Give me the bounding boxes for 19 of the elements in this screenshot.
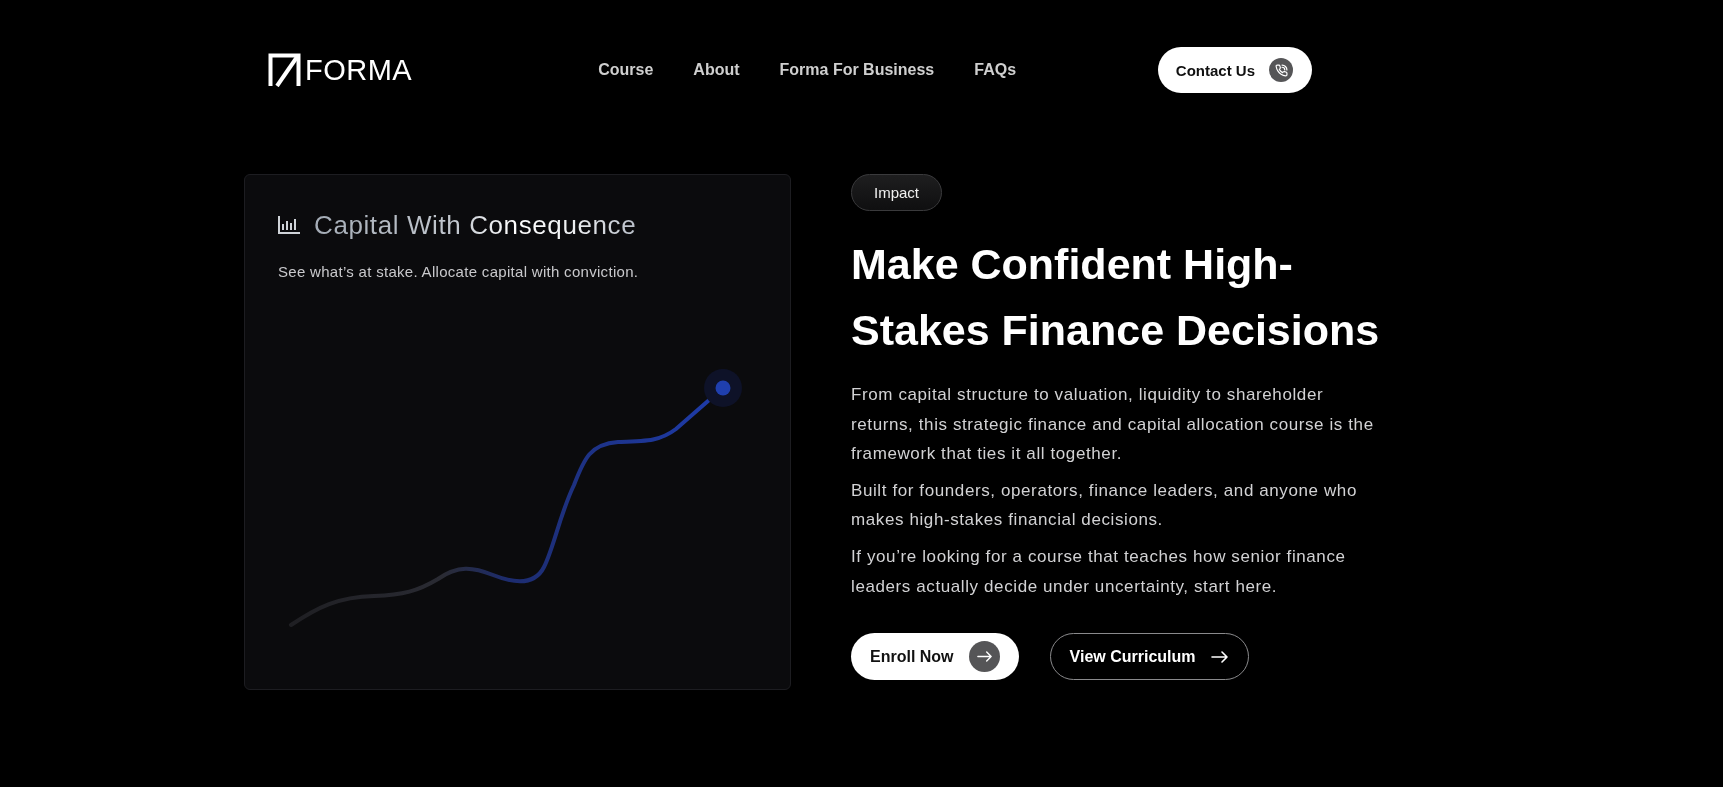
nav-link[interactable]: Forma For Business (779, 61, 935, 79)
logo-mark-icon (268, 53, 301, 87)
enroll-button[interactable]: Enroll Now (851, 633, 1019, 681)
card-subtitle: See what’s at stake. Allocate capital with conviction. (278, 262, 640, 282)
nav-link[interactable]: About (693, 61, 740, 79)
arrow-right-icon (1210, 650, 1228, 663)
hero-paragraph: From capital structure to valuation, liquidity to shareholder returns, this strategic finance and capital allocation course is the framework that ties it all together. (851, 384, 1375, 466)
hero-heading: Make Confident High-Stakes Finance Decisions (851, 239, 1381, 356)
nav-link[interactable]: Course (598, 61, 654, 79)
endpoint-dot-icon (704, 369, 742, 407)
arrow-right-icon (968, 641, 1000, 673)
hero-paragraph: Built for founders, operators, finance leaders, and anyone who makes high-stakes financial decisions. (851, 479, 1358, 532)
logo-link[interactable]: FORMA (268, 53, 413, 87)
hero-paragraph: If you’re looking for a course that teaches how senior finance leaders actually decide under uncertainty, start here. (851, 545, 1347, 598)
section-tag: Impact (851, 174, 942, 211)
phone-icon (1269, 58, 1293, 82)
bar-chart-icon (278, 216, 300, 234)
contact-button[interactable]: Contact Us (1157, 47, 1312, 93)
nav-link[interactable]: FAQs (974, 61, 1017, 79)
